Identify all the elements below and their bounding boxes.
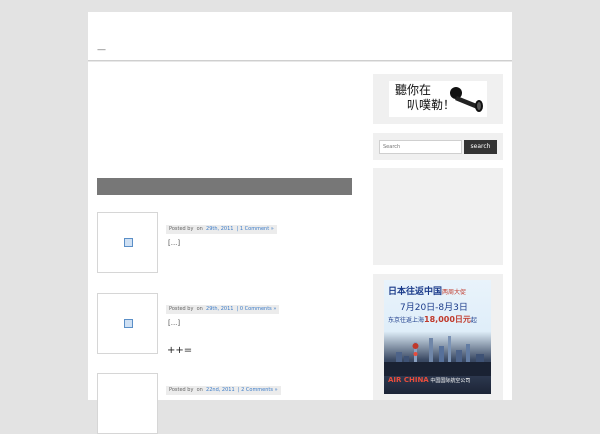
post-excerpt: [...] [168, 319, 181, 327]
banner-text: 聽你在 叭噗勒！ [395, 83, 455, 113]
ad-price: 东京往返上海18,000日元起 [388, 315, 477, 324]
comments-link[interactable]: | 1 Comment » [237, 226, 274, 232]
meta-date-link[interactable]: 22nd, 2011 [206, 387, 235, 393]
banner-image[interactable]: 聽你在 叭噗勒！ [389, 81, 487, 117]
city-skyline-image [384, 336, 491, 376]
header-divider [88, 61, 512, 62]
ad-brand: AIR CHINA 中国国际航空公司 [388, 376, 471, 384]
meta-date-link[interactable]: 29th, 2011 [206, 226, 233, 232]
post-excerpt: [...] [168, 239, 181, 247]
site-logo[interactable]: — [97, 45, 106, 55]
post-thumbnail[interactable] [97, 293, 158, 354]
air-china-ad[interactable]: 日本往返中国两周大促 7月20日-8月3日 东京往返上海18,000日元起 AI… [384, 280, 491, 394]
banner-line-2: 叭噗勒！ [407, 98, 456, 112]
post-thumbnail[interactable] [97, 373, 158, 434]
meta-posted-by: Posted by [169, 387, 194, 393]
comments-link[interactable]: | 0 Comments » [237, 306, 277, 312]
meta-date-link[interactable]: 29th, 2011 [206, 306, 233, 312]
meta-on: on [196, 387, 203, 393]
post-thumbnail[interactable] [97, 212, 158, 273]
page-container: — Posted by on 29th, 2011 | 1 Comment » … [88, 12, 512, 434]
search-input[interactable] [379, 140, 462, 154]
meta-on: on [196, 306, 203, 312]
section-title-bar [97, 178, 352, 195]
post-meta: Posted by on 29th, 2011 | 0 Comments » [166, 305, 280, 314]
broken-image-icon [124, 238, 133, 247]
meta-posted-by: Posted by [169, 226, 194, 232]
sidebar-search-widget: search [373, 133, 503, 160]
meta-posted-by: Posted by [169, 306, 194, 312]
meta-on: on [196, 226, 203, 232]
post-meta: Posted by on 22nd, 2011 | 2 Comments » [166, 386, 281, 395]
sidebar-banner-widget: 聽你在 叭噗勒！ [373, 74, 503, 124]
sidebar-ad-widget: 日本往返中国两周大促 7月20日-8月3日 东京往返上海18,000日元起 AI… [373, 274, 503, 400]
banner-line-1: 聽你在 [395, 83, 432, 97]
post-meta: Posted by on 29th, 2011 | 1 Comment » [166, 225, 277, 234]
search-button[interactable]: search [464, 140, 497, 154]
broken-image-icon [124, 319, 133, 328]
ad-headline: 日本往返中国两周大促 [388, 287, 467, 297]
horn-icon [450, 87, 483, 112]
site-header: — [88, 12, 512, 61]
comments-link[interactable]: | 2 Comments » [238, 387, 278, 393]
sidebar-empty-widget [373, 168, 503, 265]
post-title[interactable]: ++= [167, 345, 192, 356]
ad-dates: 7月20日-8月3日 [400, 303, 468, 313]
